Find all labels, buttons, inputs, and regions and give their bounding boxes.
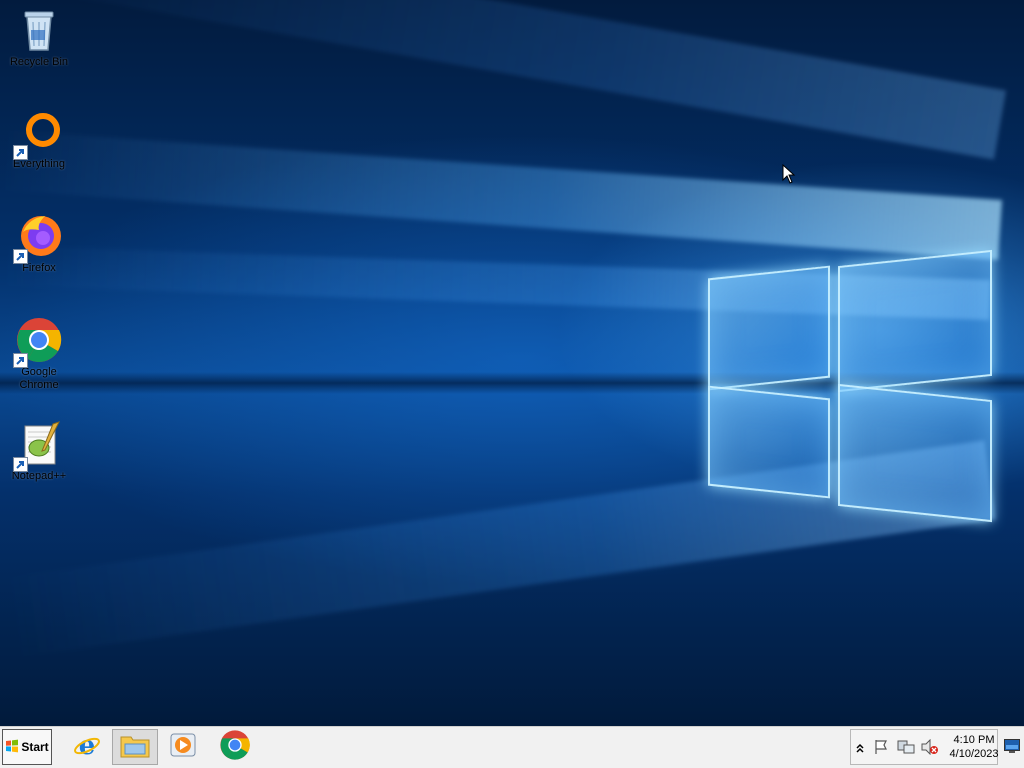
action-center-flag-icon[interactable] xyxy=(873,739,889,760)
windows-logo-pane xyxy=(708,265,830,391)
media-player-icon xyxy=(169,731,197,764)
internet-explorer-icon: e xyxy=(72,730,102,765)
taskbar-clock[interactable]: 4:10 PM 4/10/2023 xyxy=(945,733,1003,761)
desktop-icon-chrome[interactable]: Google Chrome xyxy=(1,316,77,392)
volume-muted-icon[interactable] xyxy=(921,738,939,760)
desktop-icon-label: Recycle Bin xyxy=(9,56,69,68)
network-icon[interactable] xyxy=(897,739,915,760)
light-beam xyxy=(0,130,1003,260)
shortcut-arrow-icon xyxy=(13,457,28,472)
clock-time: 4:10 PM xyxy=(953,734,995,746)
shortcut-arrow-icon xyxy=(13,249,28,264)
show-hidden-icons-chevron[interactable] xyxy=(856,741,864,759)
desktop[interactable]: Recycle Bin Everything Firefox Google Ch… xyxy=(0,0,1024,726)
taskbar: Start e 4:10 PM 4/10/2023 xyxy=(0,726,1024,768)
taskbar-internet-explorer[interactable]: e xyxy=(64,729,110,765)
recycle-bin-icon xyxy=(15,6,63,54)
clock-date: 4/10/2023 xyxy=(949,748,999,760)
start-button[interactable]: Start xyxy=(2,729,52,765)
light-beam xyxy=(9,0,1007,160)
chrome-icon xyxy=(13,316,63,368)
everything-icon xyxy=(13,108,63,160)
windows-logo-pane xyxy=(838,249,992,393)
windows-flag-icon xyxy=(5,739,19,756)
svg-text:e: e xyxy=(79,731,96,760)
windows-logo-pane xyxy=(838,383,992,523)
shortcut-arrow-icon xyxy=(13,145,28,160)
taskbar-file-explorer[interactable] xyxy=(112,729,158,765)
desktop-icon-label: Google Chrome xyxy=(19,366,59,391)
notepad-plus-plus-icon xyxy=(13,420,63,472)
taskbar-media-player[interactable] xyxy=(160,729,206,765)
show-desktop-button[interactable] xyxy=(1004,739,1020,753)
chrome-icon xyxy=(219,729,251,766)
desktop-icon-notepad-plus-plus[interactable]: Notepad++ xyxy=(1,420,77,483)
file-explorer-icon xyxy=(119,731,151,764)
taskbar-chrome[interactable] xyxy=(212,729,258,765)
start-label: Start xyxy=(21,740,49,754)
desktop-icon-everything[interactable]: Everything xyxy=(1,108,77,171)
firefox-icon xyxy=(13,212,63,264)
desktop-preview-icon xyxy=(1004,739,1020,757)
shortcut-arrow-icon xyxy=(13,353,28,368)
desktop-icon-recycle-bin[interactable]: Recycle Bin xyxy=(1,6,77,69)
windows-logo-pane xyxy=(708,385,830,499)
desktop-icon-firefox[interactable]: Firefox xyxy=(1,212,77,275)
mouse-cursor-icon xyxy=(782,163,796,189)
system-tray: 4:10 PM 4/10/2023 xyxy=(850,729,998,765)
